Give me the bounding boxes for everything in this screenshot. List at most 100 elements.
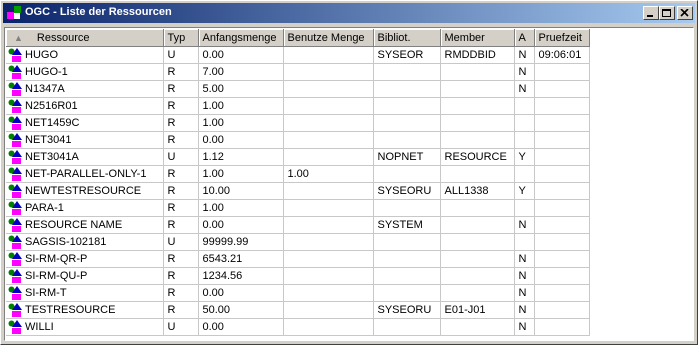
cell-typ-text: R [167, 304, 176, 316]
cell-anfangsmenge-text: 5.00 [202, 83, 224, 95]
cell-a-text: N [518, 304, 527, 316]
cell-ressource-text: N1347A [25, 82, 65, 95]
table-row[interactable]: N1347A R 5.00 N [6, 80, 590, 98]
cell-ressource-text: WILLI [25, 320, 54, 333]
cell-ressource-text: TESTRESOURCE [25, 303, 116, 316]
table-row[interactable]: NET3041 R 0.00 [6, 131, 590, 149]
cell-typ-text: R [167, 168, 176, 180]
resource-icon [8, 218, 22, 232]
cell-member: RMDDBID [440, 46, 515, 64]
resource-list-window: OGC - Liste der Ressourcen ▲ Ressource Ty… [0, 0, 698, 345]
col-header-a[interactable]: A [514, 29, 535, 47]
cell-anfangsmenge-text: 50.00 [202, 304, 231, 316]
table-row[interactable]: SI-RM-QR-P R 6543.21 N [6, 250, 590, 268]
cell-anfangsmenge: 10.00 [198, 182, 284, 200]
cell-benutze-menge-text: 1.00 [287, 168, 309, 180]
table-row[interactable]: N2516R01 R 1.00 [6, 97, 590, 115]
col-header-anfangsmenge[interactable]: Anfangsmenge [198, 29, 284, 47]
cell-ressource-text: SI-RM-QU-P [25, 269, 88, 282]
cell-benutze-menge [283, 199, 374, 217]
table-row[interactable]: HUGO U 0.00 SYSEOR RMDDBID N 09:06:01 [6, 46, 590, 64]
cell-ressource: HUGO [6, 46, 164, 64]
table-row[interactable]: NET-PARALLEL-ONLY-1 R 1.00 1.00 [6, 165, 590, 183]
cell-pruefzeit: 09:06:01 [534, 46, 590, 64]
close-button[interactable] [677, 6, 693, 20]
cell-a: N [514, 250, 535, 268]
cell-ressource-text: HUGO-1 [25, 65, 68, 78]
resource-icon [8, 252, 22, 266]
cell-ressource: NET-PARALLEL-ONLY-1 [6, 165, 164, 183]
cell-pruefzeit [534, 80, 590, 98]
cell-pruefzeit [534, 250, 590, 268]
cell-typ: R [163, 63, 199, 81]
cell-bibliot [373, 131, 441, 149]
cell-anfangsmenge: 1.00 [198, 114, 284, 132]
cell-typ-text: R [167, 134, 176, 146]
cell-typ: U [163, 46, 199, 64]
table-row[interactable]: HUGO-1 R 7.00 N [6, 63, 590, 81]
table-row[interactable]: NET1459C R 1.00 [6, 114, 590, 132]
cell-a [514, 233, 535, 251]
cell-a-text: N [518, 83, 527, 95]
cell-anfangsmenge-text: 0.00 [202, 321, 224, 333]
table-row[interactable]: RESOURCE NAME R 0.00 SYSTEM N [6, 216, 590, 234]
cell-typ-text: U [167, 236, 176, 248]
col-header-pruefzeit[interactable]: Pruefzeit [534, 29, 590, 47]
table-row[interactable]: NET3041A U 1.12 NOPNET RESOURCE Y [6, 148, 590, 166]
resource-icon [8, 303, 22, 317]
cell-ressource-text: RESOURCE NAME [25, 218, 123, 231]
cell-anfangsmenge-text: 1.12 [202, 151, 224, 163]
cell-typ-text: U [167, 151, 176, 163]
table-row[interactable]: SI-RM-T R 0.00 N [6, 284, 590, 302]
cell-a [514, 131, 535, 149]
cell-anfangsmenge: 6543.21 [198, 250, 284, 268]
maximize-button[interactable] [659, 6, 675, 20]
cell-anfangsmenge: 0.00 [198, 318, 284, 336]
cell-anfangsmenge: 1.00 [198, 97, 284, 115]
table-row[interactable]: TESTRESOURCE R 50.00 SYSEORU E01-J01 N [6, 301, 590, 319]
table-row[interactable]: SAGSIS-102181 U 99999.99 [6, 233, 590, 251]
window-title: OGC - Liste der Ressourcen [25, 6, 172, 18]
col-header-bibliot-label: Bibliot. [377, 31, 411, 44]
col-header-ressource-label: Ressource [36, 31, 90, 44]
minimize-button[interactable] [643, 6, 659, 20]
col-header-member-label: Member [444, 31, 485, 44]
cell-ressource-text: HUGO [25, 48, 58, 61]
col-header-ressource[interactable]: ▲ Ressource [6, 29, 164, 47]
cell-ressource: WILLI [6, 318, 164, 336]
table-row[interactable]: SI-RM-QU-P R 1234.56 N [6, 267, 590, 285]
cell-ressource: SI-RM-QU-P [6, 267, 164, 285]
cell-benutze-menge [283, 46, 374, 64]
cell-member: E01-J01 [440, 301, 515, 319]
table-row[interactable]: PARA-1 R 1.00 [6, 199, 590, 217]
cell-benutze-menge [283, 318, 374, 336]
cell-typ: R [163, 131, 199, 149]
col-header-typ[interactable]: Typ [163, 29, 199, 47]
table-row[interactable]: NEWTESTRESOURCE R 10.00 SYSEORU ALL1338 Y [6, 182, 590, 200]
cell-ressource: SAGSIS-102181 [6, 233, 164, 251]
resource-icon [8, 235, 22, 249]
cell-typ-text: R [167, 83, 176, 95]
resource-grid[interactable]: ▲ Ressource Typ Anfangsmenge Benutze Meng… [4, 27, 694, 341]
col-header-benutze-menge[interactable]: Benutze Menge [283, 29, 374, 47]
cell-anfangsmenge: 1.00 [198, 199, 284, 217]
cell-ressource-text: SI-RM-QR-P [25, 252, 88, 265]
col-header-typ-label: Typ [167, 31, 186, 44]
cell-a-text: N [518, 270, 527, 282]
resource-icon [8, 116, 22, 130]
cell-a [514, 165, 535, 183]
col-header-member[interactable]: Member [440, 29, 515, 47]
cell-bibliot [373, 233, 441, 251]
cell-bibliot: SYSTEM [373, 216, 441, 234]
title-bar[interactable]: OGC - Liste der Ressourcen [3, 3, 695, 23]
cell-anfangsmenge: 1234.56 [198, 267, 284, 285]
resource-icon [8, 184, 22, 198]
cell-a: N [514, 284, 535, 302]
cell-ressource-text: N2516R01 [25, 99, 78, 112]
cell-member [440, 97, 515, 115]
col-header-bibliot[interactable]: Bibliot. [373, 29, 441, 47]
cell-bibliot [373, 267, 441, 285]
cell-anfangsmenge-text: 0.00 [202, 287, 224, 299]
cell-pruefzeit [534, 63, 590, 81]
table-row[interactable]: WILLI U 0.00 N [6, 318, 590, 336]
